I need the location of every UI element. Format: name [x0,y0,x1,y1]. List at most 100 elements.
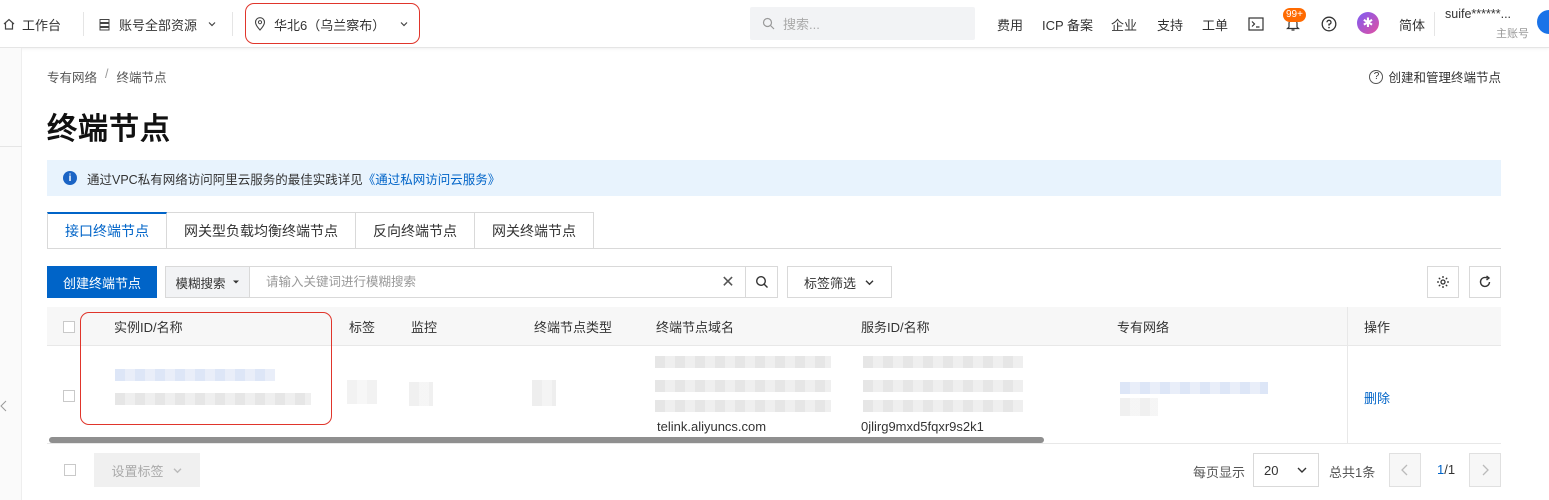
next-page-button[interactable] [1469,453,1501,487]
column-monitor: 监控 [411,320,438,335]
info-notice: i 通过VPC私有网络访问阿里云服务的最佳实践详见 《通过私网访问云服务》 [47,160,1501,196]
tag-filter-button[interactable]: 标签筛选 [787,266,892,298]
divider [1434,12,1435,36]
search-button[interactable] [745,267,777,297]
nav-billing-label: 费用 [997,17,1024,33]
gear-icon [1437,276,1449,288]
refresh-icon [1479,275,1491,288]
chevron-down-icon [173,467,181,473]
horizontal-scrollbar[interactable] [49,437,1044,443]
tab-gwlb-endpoint[interactable]: 网关型负载均衡终端节点 [167,212,356,249]
language-switch[interactable]: 简体 [1399,0,1425,48]
question-circle-icon: ? [1369,69,1384,84]
region-highlight-annotation [245,3,420,44]
page-title: 终端节点 [47,113,171,146]
breadcrumb-current: 终端节点 [116,71,167,85]
redacted-service-line [863,400,1023,412]
redacted-service-line [863,356,1023,368]
user-menu[interactable]: suife******... 主账号 [1445,7,1529,43]
nav-icp-label: ICP 备案 [1042,17,1094,33]
search-mode-select[interactable]: 模糊搜索 [166,267,250,297]
delete-link[interactable]: 删除 [1364,388,1390,407]
tab-gateway-endpoint[interactable]: 网关终端节点 [475,212,594,249]
help-doc-label: 创建和管理终端节点 [1388,71,1501,85]
actions-column-divider [1347,307,1501,444]
notice-link[interactable]: 《通过私网访问云服务》 [363,169,501,188]
home-icon [3,18,15,30]
keyword-search-input[interactable] [250,267,711,297]
refresh-button[interactable] [1469,266,1501,298]
nav-ticket[interactable]: 工单 [1202,0,1228,48]
redacted-vpc-id[interactable] [1120,382,1268,394]
terminal-icon [1248,17,1264,31]
page-size-value: 20 [1264,462,1279,478]
clear-icon[interactable]: ✕ [711,267,745,297]
ai-assistant-icon[interactable]: ✱ [1357,12,1379,34]
nav-ticket-label: 工单 [1202,17,1229,33]
redacted-domain-line [655,400,831,412]
page-indicator: 1/1 [1437,462,1455,477]
prev-page-button[interactable] [1389,453,1421,487]
search-placeholder: 搜索... [783,17,820,32]
global-search-input[interactable]: 搜索... [750,7,975,40]
divider [232,12,233,36]
workbench-label: 工作台 [22,17,62,33]
notice-text: 通过VPC私有网络访问阿里云服务的最佳实践详见 [87,172,363,187]
chevron-down-icon [1297,467,1307,473]
nav-enterprise-label: 企业 [1111,17,1138,33]
create-endpoint-button[interactable]: 创建终端节点 [47,266,157,298]
nav-enterprise[interactable]: 企业 [1111,0,1137,48]
row-checkbox[interactable] [63,390,75,402]
redacted-domain-line [655,380,831,392]
search-icon [755,275,768,288]
nav-support-label: 支持 [1157,17,1184,33]
select-all-checkbox[interactable] [63,321,75,333]
redacted-service-line [863,380,1023,392]
help-doc-link[interactable]: ? 创建和管理终端节点 [1369,67,1501,86]
divider [47,248,1501,249]
user-role: 主账号 [1496,28,1529,40]
redacted-endpoint-type [532,380,556,406]
nav-icp[interactable]: ICP 备案 [1042,0,1093,48]
chevron-down-icon [208,22,216,27]
redacted-vpc-name [1120,398,1158,416]
divider [0,146,22,147]
column-endpoint-type: 终端节点类型 [534,320,613,335]
set-tags-button[interactable]: 设置标签 [94,453,200,487]
nav-support[interactable]: 支持 [1157,0,1183,48]
caret-down-icon [232,280,239,284]
chevron-left-icon [1401,464,1408,476]
help-button[interactable] [1321,0,1337,48]
question-circle-icon [1321,16,1337,32]
page-size-select[interactable]: 20 [1253,453,1319,487]
column-tags: 标签 [349,320,376,335]
resource-group-label: 账号全部资源 [119,17,198,33]
total-count: 总共1条 [1329,465,1376,480]
redacted-monitor-icon[interactable] [409,382,433,406]
endpoint-type-tabs: 接口终端节点 网关型负载均衡终端节点 反向终端节点 网关终端节点 [47,212,594,249]
endpoint-domain-suffix: telink.aliyuncs.com [657,419,767,434]
chevron-left-icon[interactable] [0,400,8,412]
chevron-down-icon [865,279,874,285]
footer-select-all-checkbox[interactable] [64,464,76,476]
resource-group-selector[interactable]: 账号全部资源 [98,0,217,48]
redacted-tags [347,380,377,404]
info-icon: i [63,171,77,185]
notification-badge: 99+ [1283,8,1306,22]
divider [83,12,84,36]
settings-button[interactable] [1427,266,1459,298]
user-avatar[interactable] [1537,10,1549,34]
tab-reverse-endpoint[interactable]: 反向终端节点 [356,212,475,249]
breadcrumb-vpc[interactable]: 专有网络 [47,67,97,86]
nav-billing[interactable]: 费用 [997,0,1023,48]
workbench-link[interactable]: 工作台 [2,0,61,48]
column-service-id: 服务ID/名称 [861,320,930,335]
set-tags-label: 设置标签 [111,463,164,479]
terminal-button[interactable] [1248,0,1264,48]
tab-interface-endpoint[interactable]: 接口终端节点 [47,212,167,249]
column-endpoint-domain: 终端节点域名 [656,320,735,335]
instance-id-highlight-annotation [80,312,332,425]
breadcrumb: 专有网络 / 终端节点 [47,67,167,86]
language-label: 简体 [1399,17,1426,33]
chevron-right-icon [1482,464,1489,476]
